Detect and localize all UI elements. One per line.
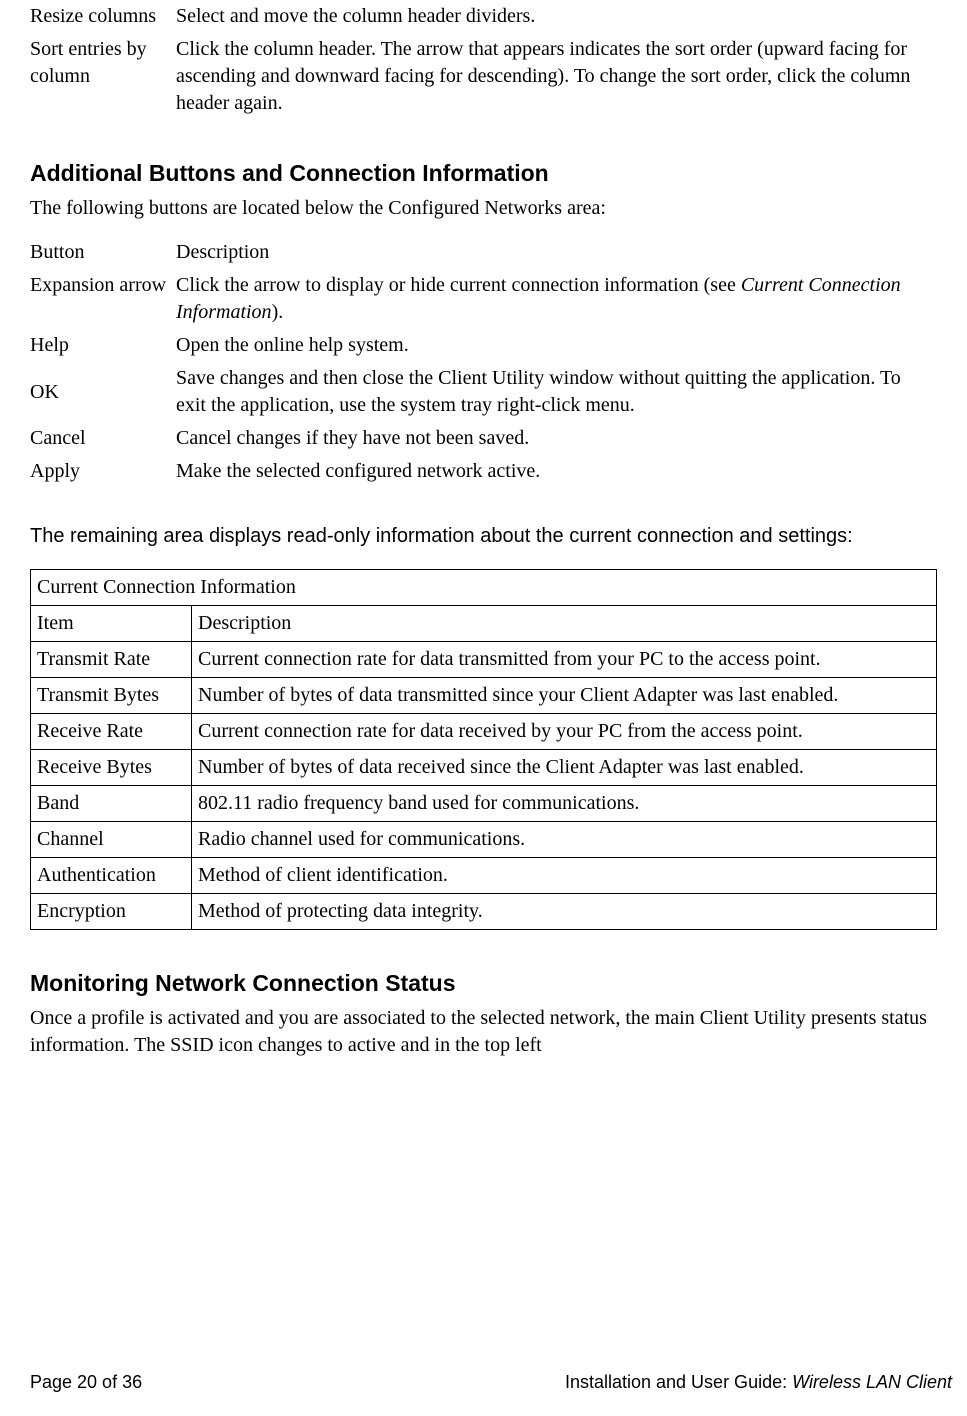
- desc-cell: Cancel changes if they have not been sav…: [176, 422, 937, 455]
- footer-doc-title: Installation and User Guide: Wireless LA…: [565, 1370, 952, 1394]
- item-cell: Transmit Rate: [31, 642, 192, 678]
- item-cell: Transmit Bytes: [31, 678, 192, 714]
- header-description: Description: [192, 606, 937, 642]
- term-cell: OK: [30, 362, 176, 422]
- desc-cell: Method of protecting data integrity.: [192, 894, 937, 930]
- term-cell: Help: [30, 329, 176, 362]
- header-item: Item: [31, 606, 192, 642]
- item-cell: Channel: [31, 822, 192, 858]
- table-row: Resize columns Select and move the colum…: [30, 0, 937, 33]
- footer-page-number: Page 20 of 36: [30, 1370, 142, 1394]
- desc-cell: Current connection rate for data transmi…: [192, 642, 937, 678]
- table-row: Receive Bytes Number of bytes of data re…: [31, 750, 937, 786]
- page-footer: Page 20 of 36 Installation and User Guid…: [30, 1370, 952, 1394]
- desc-cell: Current connection rate for data receive…: [192, 714, 937, 750]
- table-row: Authentication Method of client identifi…: [31, 858, 937, 894]
- item-cell: Encryption: [31, 894, 192, 930]
- desc-cell: Select and move the column header divide…: [176, 0, 937, 33]
- desc-text: Click the arrow to display or hide curre…: [176, 274, 741, 296]
- term-cell: Sort entries by column: [30, 33, 176, 120]
- current-connection-table: Current Connection Information Item Desc…: [30, 569, 937, 930]
- footer-title-emph: Wireless LAN Client: [792, 1372, 952, 1392]
- desc-text: ).: [272, 301, 284, 323]
- footer-title-prefix: Installation and User Guide:: [565, 1372, 792, 1392]
- item-cell: Receive Rate: [31, 714, 192, 750]
- table-caption: Current Connection Information: [31, 570, 937, 606]
- desc-cell: Number of bytes of data transmitted sinc…: [192, 678, 937, 714]
- table-row: Transmit Bytes Number of bytes of data t…: [31, 678, 937, 714]
- table-row: Cancel Cancel changes if they have not b…: [30, 422, 937, 455]
- remaining-area-text: The remaining area displays read-only in…: [30, 522, 937, 551]
- table-row: Channel Radio channel used for communica…: [31, 822, 937, 858]
- item-cell: Band: [31, 786, 192, 822]
- term-cell: Expansion arrow: [30, 269, 176, 329]
- intro-paragraph: The following buttons are located below …: [30, 195, 937, 222]
- desc-cell: Make the selected configured network act…: [176, 455, 937, 488]
- desc-cell: Save changes and then close the Client U…: [176, 362, 937, 422]
- item-cell: Receive Bytes: [31, 750, 192, 786]
- desc-cell: Click the column header. The arrow that …: [176, 33, 937, 120]
- heading-monitoring: Monitoring Network Connection Status: [30, 968, 937, 999]
- column-actions-table: Resize columns Select and move the colum…: [30, 0, 937, 120]
- monitoring-paragraph: Once a profile is activated and you are …: [30, 1005, 937, 1059]
- table-row: Band 802.11 radio frequency band used fo…: [31, 786, 937, 822]
- term-cell: Resize columns: [30, 0, 176, 33]
- desc-cell: Method of client identification.: [192, 858, 937, 894]
- table-row: Receive Rate Current connection rate for…: [31, 714, 937, 750]
- document-page: Resize columns Select and move the colum…: [0, 0, 967, 1416]
- table-row: Sort entries by column Click the column …: [30, 33, 937, 120]
- term-cell: Cancel: [30, 422, 176, 455]
- desc-cell: 802.11 radio frequency band used for com…: [192, 786, 937, 822]
- term-cell: Apply: [30, 455, 176, 488]
- table-caption-row: Current Connection Information: [31, 570, 937, 606]
- desc-cell: Click the arrow to display or hide curre…: [176, 269, 937, 329]
- header-description: Description: [176, 236, 937, 269]
- desc-cell: Radio channel used for communications.: [192, 822, 937, 858]
- table-row: Encryption Method of protecting data int…: [31, 894, 937, 930]
- table-header-row: Button Description: [30, 236, 937, 269]
- buttons-table: Button Description Expansion arrow Click…: [30, 236, 937, 488]
- item-cell: Authentication: [31, 858, 192, 894]
- table-row: Transmit Rate Current connection rate fo…: [31, 642, 937, 678]
- table-row: OK Save changes and then close the Clien…: [30, 362, 937, 422]
- desc-cell: Open the online help system.: [176, 329, 937, 362]
- table-row: Apply Make the selected configured netwo…: [30, 455, 937, 488]
- header-button: Button: [30, 236, 176, 269]
- table-header-row: Item Description: [31, 606, 937, 642]
- table-row: Expansion arrow Click the arrow to displ…: [30, 269, 937, 329]
- desc-cell: Number of bytes of data received since t…: [192, 750, 937, 786]
- heading-additional-buttons: Additional Buttons and Connection Inform…: [30, 158, 937, 189]
- table-row: Help Open the online help system.: [30, 329, 937, 362]
